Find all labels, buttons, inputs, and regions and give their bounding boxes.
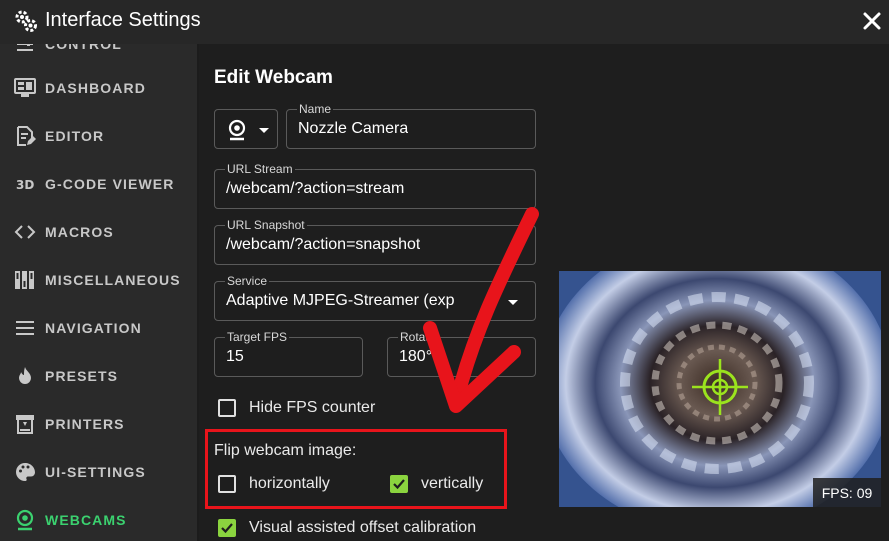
name-field[interactable]: Name Nozzle Camera — [286, 103, 536, 149]
sidebar-item-label: WEBCAMS — [45, 512, 127, 528]
chevron-down-icon — [259, 128, 269, 133]
dip-switch-icon — [15, 271, 34, 289]
fps-counter: FPS: 09 — [813, 478, 881, 507]
rotate-select[interactable]: Rotate 180° — [387, 331, 536, 377]
sidebar-item-label: CONTROL — [45, 44, 122, 52]
close-icon[interactable] — [861, 10, 883, 32]
sidebar-item-label: MACROS — [45, 224, 114, 240]
code-brackets-icon — [14, 225, 36, 239]
sidebar-item-dashboard[interactable]: DASHBOARD — [0, 66, 197, 110]
sidebar-item-label: PRESETS — [45, 368, 119, 384]
window-title: Interface Settings — [45, 9, 201, 31]
webcam-icon — [16, 509, 34, 531]
visual-offset-label: Visual assisted offset calibration — [249, 519, 477, 536]
cogs-icon — [15, 10, 37, 32]
page-title: Edit Webcam — [214, 67, 333, 88]
menu-icon — [16, 321, 34, 335]
url-stream-value: /webcam/?action=stream — [226, 180, 405, 197]
visual-offset-row[interactable]: Visual assisted offset calibration — [218, 519, 476, 537]
sidebar-item-label: PRINTERS — [45, 416, 125, 432]
webcam-preview — [559, 271, 881, 507]
monitor-dashboard-icon — [14, 78, 36, 97]
service-select[interactable]: Service Adaptive MJPEG-Streamer (exp — [214, 275, 536, 321]
sidebar-item-label: DASHBOARD — [45, 80, 146, 96]
target-fps-value: 15 — [226, 348, 244, 365]
sidebar-item-label: NAVIGATION — [45, 320, 142, 336]
url-snapshot-field[interactable]: URL Snapshot /webcam/?action=snapshot — [214, 219, 536, 265]
hide-fps-checkbox-row[interactable]: Hide FPS counter — [218, 399, 375, 417]
url-snapshot-value: /webcam/?action=snapshot — [226, 236, 421, 253]
name-label: Name — [297, 102, 334, 116]
rotate-label: Rotate — [398, 330, 438, 344]
fire-icon — [19, 367, 31, 384]
nozzle-camera-image — [559, 271, 881, 507]
target-fps-field[interactable]: Target FPS 15 — [214, 331, 363, 377]
settings-sidebar: CONTROL DASHBOARD EDITOR 3D G-CODE VIEWE… — [0, 44, 197, 541]
sidebar-item-macros[interactable]: MACROS — [0, 210, 197, 254]
sidebar-item-gcode-viewer[interactable]: 3D G-CODE VIEWER — [0, 162, 197, 206]
sidebar-item-presets[interactable]: PRESETS — [0, 354, 197, 398]
sidebar-item-control[interactable]: CONTROL — [0, 44, 197, 66]
sidebar-item-label: UI-SETTINGS — [45, 464, 146, 480]
sidebar-item-editor[interactable]: EDITOR — [0, 114, 197, 158]
target-fps-label: Target FPS — [225, 330, 290, 344]
url-stream-label: URL Stream — [225, 162, 295, 176]
sidebar-item-label: G-CODE VIEWER — [45, 176, 175, 192]
sidebar-item-miscellaneous[interactable]: MISCELLANEOUS — [0, 258, 197, 302]
sidebar-item-ui-settings[interactable]: UI-SETTINGS — [0, 450, 197, 494]
hide-fps-label: Hide FPS counter — [249, 399, 376, 416]
svg-text:3D: 3D — [16, 178, 34, 192]
sidebar-item-label: MISCELLANEOUS — [45, 272, 181, 288]
sidebar-item-webcams[interactable]: WEBCAMS — [0, 498, 197, 541]
visual-offset-checkbox[interactable] — [218, 519, 236, 537]
title-bar: Interface Settings — [0, 0, 889, 44]
check-icon — [221, 523, 233, 534]
sidebar-item-navigation[interactable]: NAVIGATION — [0, 306, 197, 350]
sidebar-item-printers[interactable]: PRINTERS — [0, 402, 197, 446]
file-document-edit-icon — [17, 126, 36, 146]
annotation-highlight-box — [205, 429, 507, 509]
rotate-value: 180° — [399, 348, 433, 365]
tune-icon — [17, 44, 33, 51]
3d-icon: 3D — [16, 178, 34, 192]
webcam-icon-select[interactable] — [214, 109, 278, 149]
sidebar-item-label: EDITOR — [45, 128, 105, 144]
palette-icon — [16, 463, 35, 481]
service-value: Adaptive MJPEG-Streamer (exp — [226, 292, 455, 309]
name-value: Nozzle Camera — [298, 120, 409, 137]
chevron-down-icon — [508, 356, 518, 361]
hide-fps-checkbox[interactable] — [218, 399, 236, 417]
webcam-icon — [228, 119, 246, 141]
url-snapshot-label: URL Snapshot — [225, 218, 307, 232]
url-stream-field[interactable]: URL Stream /webcam/?action=stream — [214, 163, 536, 209]
service-label: Service — [225, 274, 270, 288]
chevron-down-icon — [508, 300, 518, 305]
printer-3d-icon — [16, 415, 34, 434]
